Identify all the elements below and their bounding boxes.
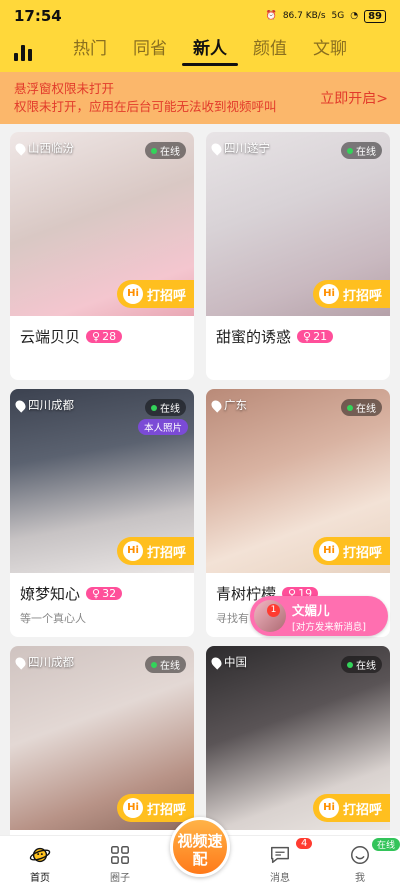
female-icon: ♀ — [92, 330, 101, 343]
location-pin-icon — [209, 654, 224, 670]
user-name: 云端贝贝 — [20, 328, 81, 346]
bottom-nav: 首页 圈子 消息 4 我 在线 视频速配 — [0, 817, 400, 889]
tab-hot[interactable]: 热门 — [60, 32, 120, 72]
enable-permission-link[interactable]: 立即开启> — [320, 88, 388, 108]
online-badge: 在线 — [145, 656, 186, 673]
user-photo: 四川成都 在线 本人照片 Hi 打招呼 — [10, 389, 194, 573]
greet-button[interactable]: Hi 打招呼 — [312, 280, 390, 308]
online-badge: 在线 — [341, 142, 382, 159]
user-card[interactable]: 四川成都 在线 Hi 打招呼 — [10, 646, 194, 846]
nav-me[interactable]: 我 在线 — [320, 836, 400, 889]
permission-banner: 悬浮窗权限未打开 权限未打开，应用在后台可能无法收到视频呼叫 立即开启> — [0, 72, 400, 124]
status-time: 17:54 — [14, 7, 62, 25]
location-pin-icon — [13, 654, 28, 670]
female-icon: ♀ — [303, 330, 312, 343]
user-photo: 四川成都 在线 Hi 打招呼 — [10, 646, 194, 830]
grid-icon — [111, 846, 129, 864]
me-online-tag: 在线 — [372, 838, 400, 851]
messages-badge: 4 — [296, 838, 313, 849]
tab-newcomer[interactable]: 新人 — [180, 32, 240, 72]
tab-beauty[interactable]: 颜值 — [240, 32, 300, 72]
status-bar: 17:54 ⏰ 86.7 KB/s 5G ◔ 89 — [0, 0, 400, 32]
network-type: 5G — [331, 11, 345, 21]
hi-icon: Hi — [122, 284, 143, 304]
unread-count: 1 — [267, 604, 280, 617]
user-location: 广东 — [224, 398, 247, 412]
verified-photo-badge: 本人照片 — [137, 419, 188, 435]
online-dot-icon — [347, 661, 353, 668]
user-location: 四川遂宁 — [224, 141, 270, 155]
ranking-icon[interactable] — [14, 43, 36, 61]
greet-button[interactable]: Hi 打招呼 — [312, 537, 390, 565]
hi-icon: Hi — [318, 541, 339, 561]
message-tip: [对方发来新消息] — [292, 621, 366, 633]
category-tabs: 热门 同省 新人 颜值 文聊 — [60, 32, 360, 72]
location-pin-icon — [209, 140, 224, 156]
profile-icon — [351, 846, 369, 864]
hi-icon: Hi — [122, 798, 143, 818]
video-match-button[interactable]: 视频速配 — [170, 817, 230, 877]
user-location: 山西临汾 — [28, 141, 74, 155]
age-badge: ♀ 21 — [297, 330, 334, 343]
network-speed: 86.7 KB/s — [282, 11, 326, 21]
sender-avatar: 1 — [254, 600, 286, 632]
user-card[interactable]: 山西临汾 在线 Hi 打招呼 云端贝贝 ♀ 28 — [10, 132, 194, 380]
nav-messages[interactable]: 消息 4 — [240, 836, 320, 889]
greet-button[interactable]: Hi 打招呼 — [312, 794, 390, 822]
nav-home[interactable]: 首页 — [0, 836, 80, 889]
user-name: 甜蜜的诱惑 — [216, 328, 292, 346]
online-dot-icon — [151, 404, 157, 411]
female-icon: ♀ — [92, 587, 101, 600]
user-location: 中国 — [224, 655, 247, 669]
new-message-popup[interactable]: 1 文媚儿 [对方发来新消息] — [250, 596, 388, 636]
location-pin-icon — [13, 397, 28, 413]
alarm-icon: ⏰ — [265, 11, 277, 21]
online-badge: 在线 — [341, 399, 382, 416]
user-location: 四川成都 — [28, 398, 74, 412]
wifi-icon: ◔ — [350, 11, 359, 21]
greet-button[interactable]: Hi 打招呼 — [116, 280, 194, 308]
user-name: 嫽梦知心 — [20, 585, 81, 603]
battery-level: 89 — [364, 9, 386, 23]
tab-province[interactable]: 同省 — [120, 32, 180, 72]
planet-icon — [29, 847, 51, 863]
online-dot-icon — [347, 147, 353, 154]
user-signature: 等一个真心人 — [20, 612, 86, 625]
age-badge: ♀ 28 — [86, 330, 123, 343]
top-nav: 热门 同省 新人 颜值 文聊 — [0, 32, 400, 72]
user-card[interactable]: 中国 在线 Hi 打招呼 — [206, 646, 390, 846]
online-badge: 在线 — [145, 142, 186, 159]
hi-icon: Hi — [318, 284, 339, 304]
nav-circle[interactable]: 圈子 — [80, 836, 160, 889]
user-photo: 中国 在线 Hi 打招呼 — [206, 646, 390, 830]
user-card[interactable]: 四川成都 在线 本人照片 Hi 打招呼 嫽梦知心 ♀ 32 等一个真心人 — [10, 389, 194, 637]
hi-icon: Hi — [122, 541, 143, 561]
hi-icon: Hi — [318, 798, 339, 818]
chat-icon — [271, 846, 289, 864]
online-badge: 在线 — [145, 399, 186, 416]
greet-button[interactable]: Hi 打招呼 — [116, 537, 194, 565]
online-badge: 在线 — [341, 656, 382, 673]
greet-button[interactable]: Hi 打招呼 — [116, 794, 194, 822]
tab-text-chat[interactable]: 文聊 — [300, 32, 360, 72]
sender-name: 文媚儿 — [292, 602, 330, 618]
online-dot-icon — [151, 661, 157, 668]
online-dot-icon — [151, 147, 157, 154]
location-pin-icon — [13, 140, 28, 156]
location-pin-icon — [209, 397, 224, 413]
user-photo: 山西临汾 在线 Hi 打招呼 — [10, 132, 194, 316]
online-dot-icon — [347, 404, 353, 411]
user-photo: 四川遂宁 在线 Hi 打招呼 — [206, 132, 390, 316]
user-card[interactable]: 四川遂宁 在线 Hi 打招呼 甜蜜的诱惑 ♀ 21 — [206, 132, 390, 380]
user-photo: 广东 在线 Hi 打招呼 — [206, 389, 390, 573]
user-location: 四川成都 — [28, 655, 74, 669]
age-badge: ♀ 32 — [86, 587, 123, 600]
